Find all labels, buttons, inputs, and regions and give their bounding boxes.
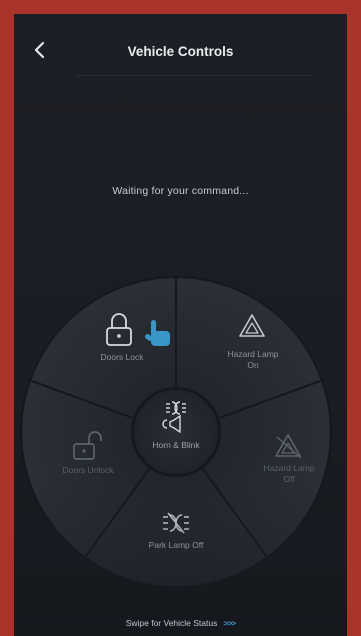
horn-blink-button[interactable] <box>132 388 220 476</box>
bottom-fade <box>14 484 347 636</box>
swipe-hint-text: Swipe for Vehicle Status <box>125 618 218 628</box>
horn-blink-label: Horn & Blink <box>152 440 200 450</box>
hazard-lamp-on-label: Hazard Lamp On <box>208 349 298 371</box>
hazard-lamp-off-label: Hazard Lamp Off <box>244 463 334 485</box>
swipe-hint[interactable]: Swipe for Vehicle Status >>> <box>14 618 347 628</box>
hazard-lamp-off-label-line1: Hazard Lamp <box>263 463 315 473</box>
park-lamp-off-label: Park Lamp Off <box>148 540 204 550</box>
hazard-lamp-off-label-line2: Off <box>283 474 295 484</box>
double-chevron-right-icon: >>> <box>223 618 236 628</box>
hazard-lamp-on-label-line1: Hazard Lamp <box>227 349 279 359</box>
doors-unlock-label: Doors Unlock <box>62 465 114 475</box>
doors-lock-label: Doors Lock <box>100 352 144 362</box>
app-screen: Vehicle Controls Waiting for your comman… <box>14 14 347 636</box>
hazard-lamp-on-label-line2: On <box>247 360 259 370</box>
